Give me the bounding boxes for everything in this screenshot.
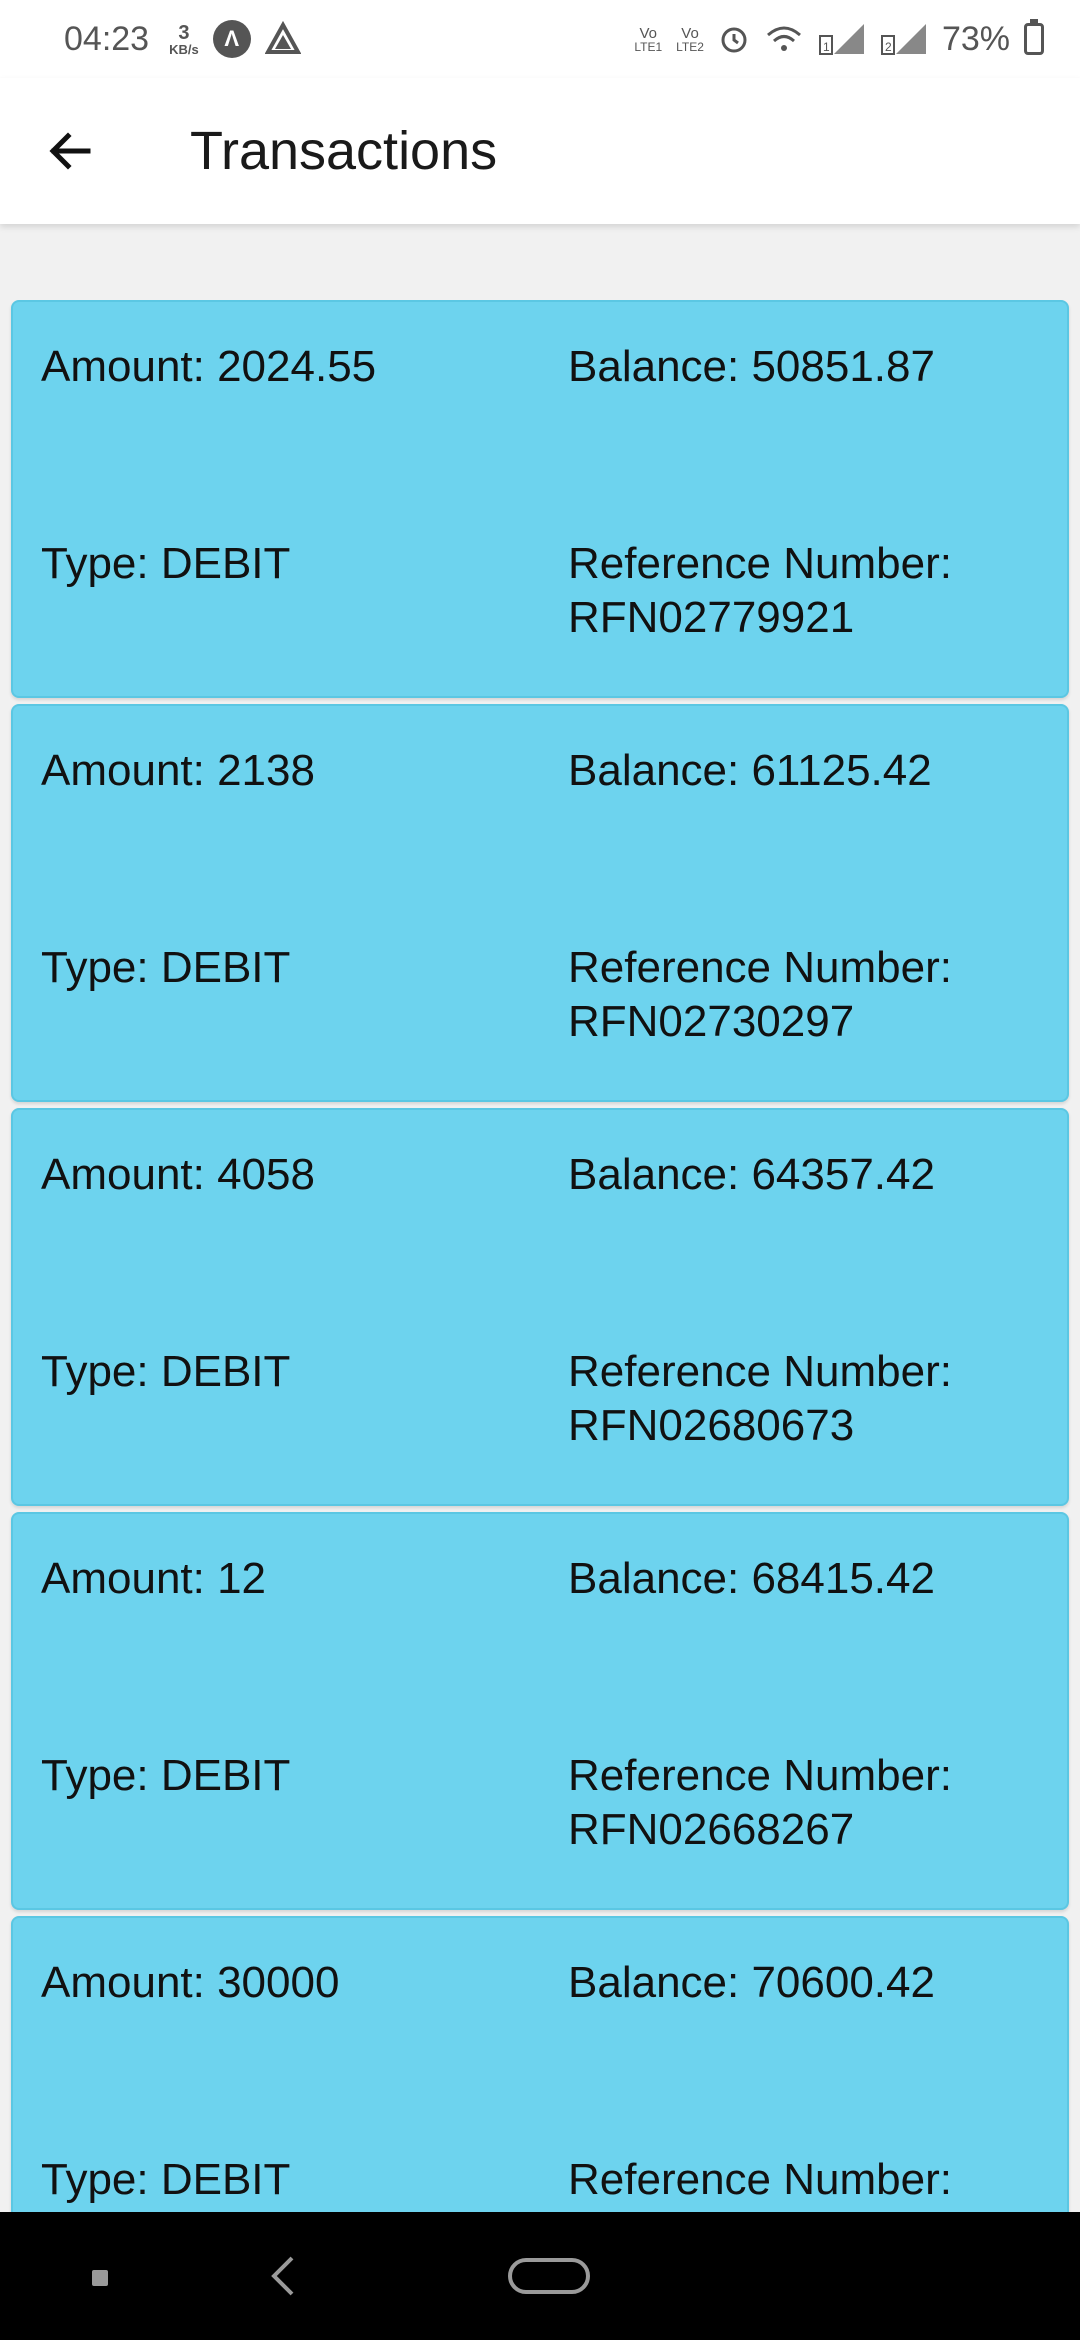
transaction-reference: Reference Number: RFN02730297 <box>568 941 952 1049</box>
transaction-amount: Amount: 2138 <box>41 746 315 795</box>
svg-text:1: 1 <box>823 40 830 54</box>
volte1-indicator: Vo LTE1 <box>634 26 662 53</box>
arrow-left-icon <box>49 132 91 170</box>
status-right: Vo LTE1 Vo LTE2 1 2 73% <box>634 19 1044 59</box>
volte1-sub: LTE1 <box>634 39 663 54</box>
transaction-reference: Reference Number: <box>568 2153 952 2207</box>
transaction-type: Type: DEBIT <box>41 1347 291 1396</box>
transaction-amount: Amount: 30000 <box>41 1958 340 2007</box>
recent-apps-icon[interactable] <box>92 2270 108 2286</box>
reference-number: RFN02680673 <box>568 1401 855 1450</box>
status-time: 04:23 <box>64 19 150 58</box>
nav-back-icon[interactable] <box>262 2252 302 2300</box>
transaction-type: Type: DEBIT <box>41 2155 291 2204</box>
signal-2-icon: 2 <box>880 24 926 55</box>
transaction-balance: Balance: 61125.42 <box>568 746 932 795</box>
net-speed: 3 KB/s <box>169 23 199 56</box>
status-bar: 04:23 3 KB/s Λ Vo LTE1 Vo LTE2 1 2 73% <box>0 0 1080 78</box>
transaction-type: Type: DEBIT <box>41 1751 291 1800</box>
transaction-balance: Balance: 68415.42 <box>568 1554 935 1603</box>
reference-label: Reference Number: <box>568 539 952 588</box>
reference-label: Reference Number: <box>568 1347 952 1396</box>
drive-icon <box>264 21 301 54</box>
battery-percent: 73% <box>941 19 1010 58</box>
reference-number: RFN02668267 <box>568 1805 855 1854</box>
transaction-amount: Amount: 2024.55 <box>41 342 377 391</box>
app-bar: Transactions <box>0 78 1080 224</box>
back-button[interactable] <box>20 101 120 201</box>
volte2-label: Vo <box>681 24 699 42</box>
transaction-balance: Balance: 70600.42 <box>568 1958 935 2007</box>
transaction-card[interactable]: Amount: 2024.55 Balance: 50851.87 Type: … <box>11 300 1069 698</box>
transaction-amount: Amount: 4058 <box>41 1150 315 1199</box>
net-speed-value: 3 <box>178 21 190 44</box>
transaction-reference: Reference Number: RFN02680673 <box>568 1345 952 1453</box>
transaction-reference: Reference Number: RFN02779921 <box>568 537 952 645</box>
wifi-icon <box>766 26 801 51</box>
battery-icon <box>1024 19 1044 55</box>
navigation-bar <box>0 2212 1080 2340</box>
app-a-icon: Λ <box>212 20 251 58</box>
transaction-type: Type: DEBIT <box>41 943 291 992</box>
home-icon[interactable] <box>508 2258 590 2294</box>
status-left: 04:23 3 KB/s Λ <box>64 20 301 59</box>
transaction-amount: Amount: 12 <box>41 1554 267 1603</box>
svg-text:2: 2 <box>885 40 892 54</box>
transaction-balance: Balance: 50851.87 <box>568 342 935 391</box>
transaction-reference: Reference Number: RFN02668267 <box>568 1749 952 1857</box>
volte2-sub: LTE2 <box>676 39 704 54</box>
transaction-type: Type: DEBIT <box>41 539 291 588</box>
reference-number: RFN02779921 <box>568 593 855 642</box>
transaction-card[interactable]: Amount: 2138 Balance: 61125.42 Type: DEB… <box>11 704 1069 1102</box>
transaction-card[interactable]: Amount: 30000 Balance: 70600.42 Type: DE… <box>11 1916 1069 2212</box>
signal-1-icon: 1 <box>818 24 864 55</box>
transaction-balance: Balance: 64357.42 <box>568 1150 935 1199</box>
page-title: Transactions <box>190 121 498 181</box>
reference-label: Reference Number: <box>568 2155 952 2204</box>
transaction-list[interactable]: Amount: 2024.55 Balance: 50851.87 Type: … <box>0 300 1080 2212</box>
volte2-indicator: Vo LTE2 <box>676 26 704 53</box>
transaction-card[interactable]: Amount: 4058 Balance: 64357.42 Type: DEB… <box>11 1108 1069 1506</box>
alarm-icon <box>721 27 747 53</box>
reference-label: Reference Number: <box>568 943 952 992</box>
volte1-label: Vo <box>639 24 657 42</box>
reference-number: RFN02730297 <box>568 997 855 1046</box>
transaction-card[interactable]: Amount: 12 Balance: 68415.42 Type: DEBIT… <box>11 1512 1069 1910</box>
net-speed-unit: KB/s <box>169 41 199 57</box>
reference-label: Reference Number: <box>568 1751 952 1800</box>
